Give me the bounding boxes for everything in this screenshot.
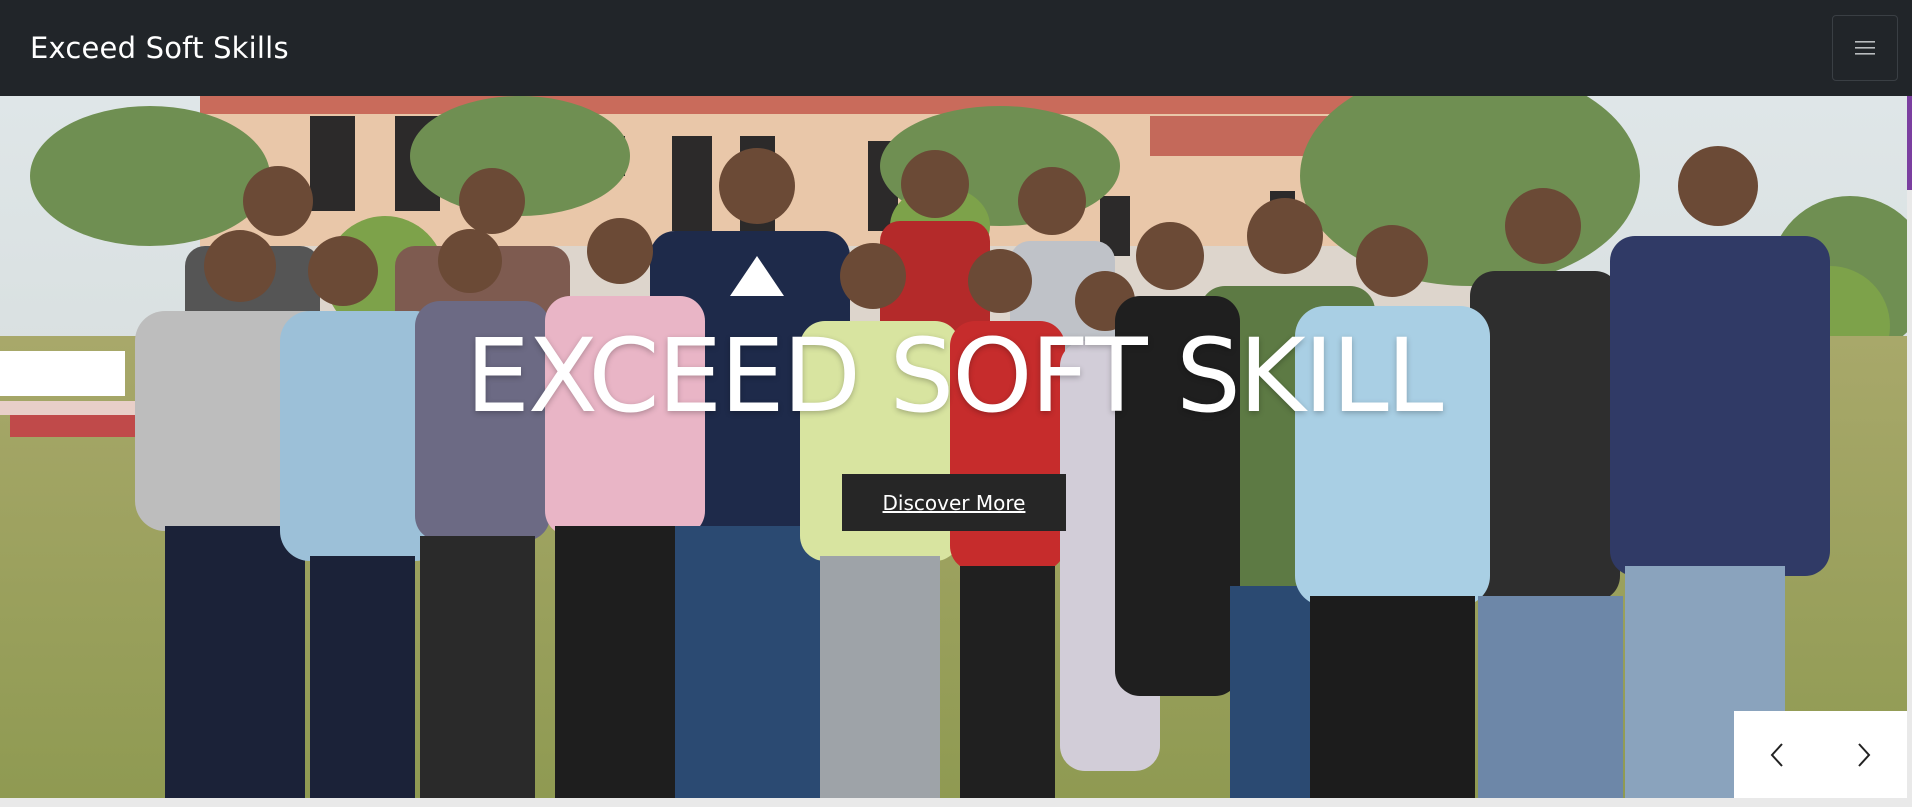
chevron-left-icon: [1770, 742, 1783, 767]
hero-caption: EXCEED SOFT SKILL: [0, 326, 1907, 428]
brand-link[interactable]: Exceed Soft Skills: [30, 31, 289, 65]
top-navbar: Exceed Soft Skills: [0, 0, 1912, 96]
chevron-right-icon: [1858, 742, 1871, 767]
carousel-next-button[interactable]: [1834, 725, 1894, 785]
page-bottom-edge: [0, 798, 1912, 807]
carousel-prev-button[interactable]: [1747, 725, 1807, 785]
hero-title: EXCEED SOFT SKILL: [465, 317, 1444, 436]
carousel-controls: [1734, 711, 1907, 798]
discover-more-button[interactable]: Discover More: [842, 474, 1066, 531]
menu-toggle-button[interactable]: [1832, 15, 1898, 81]
scroll-accent-strip: [1907, 0, 1912, 190]
hero-carousel: EXCEED SOFT SKILL Discover More: [0, 96, 1907, 798]
hamburger-menu-icon: [1855, 41, 1875, 55]
group-photo: [0, 96, 1907, 798]
